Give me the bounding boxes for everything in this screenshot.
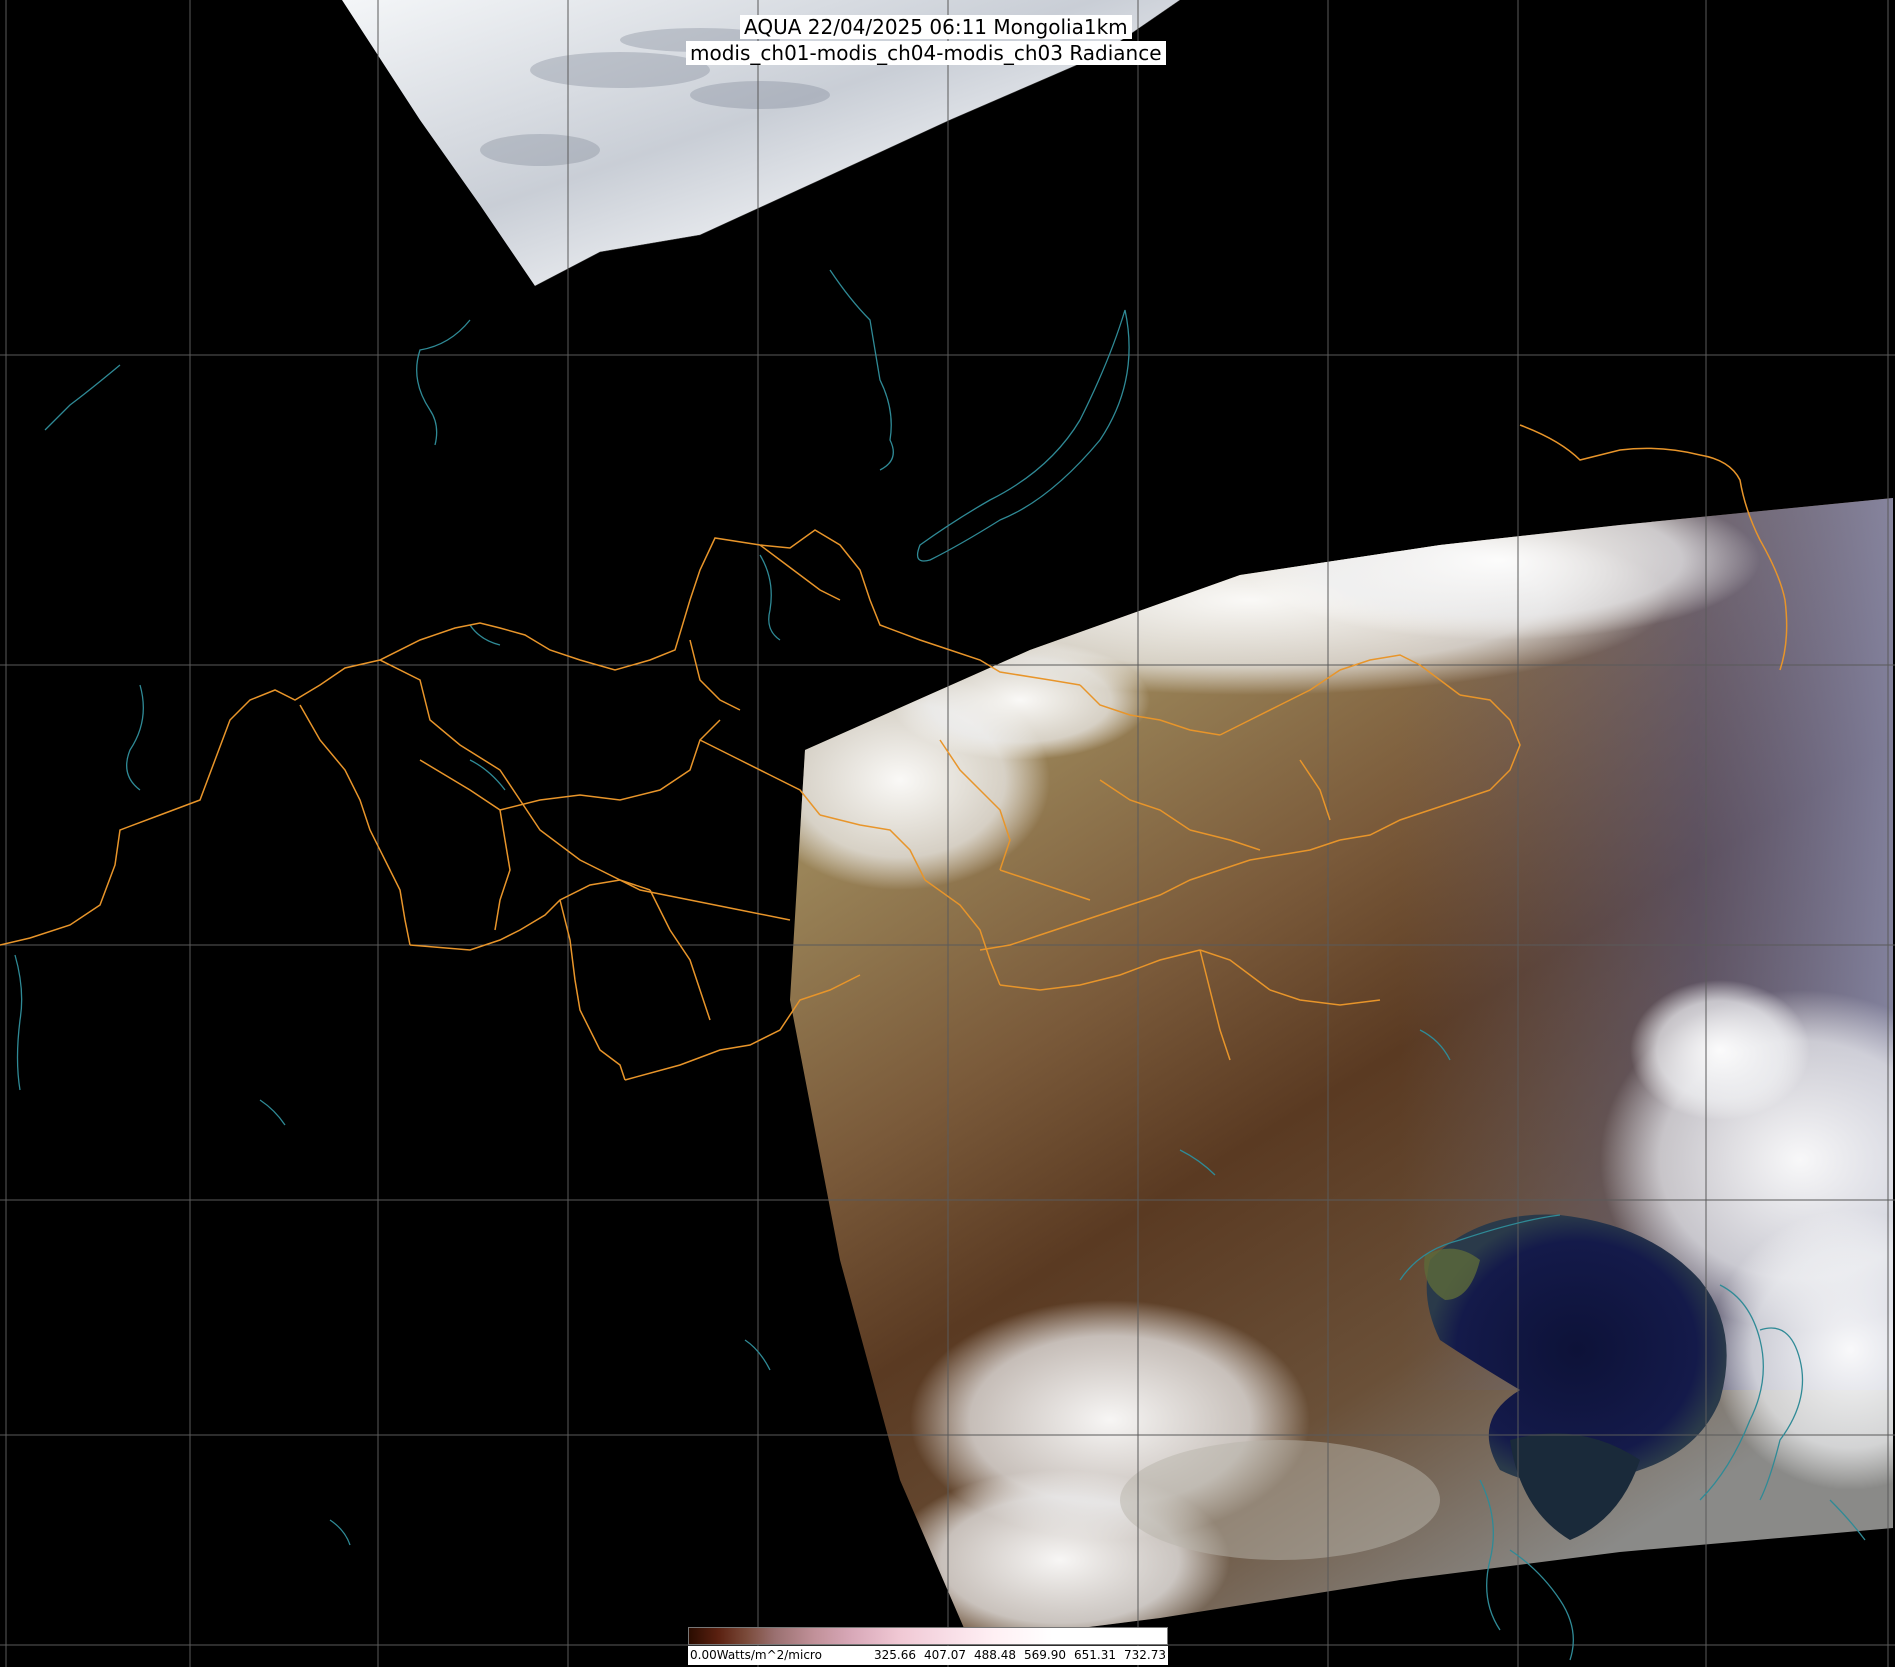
satellite-swath-main: [790, 498, 1893, 1642]
colorbar: 0.00Watts/m^2/micro 325.66 407.07 488.48…: [688, 1627, 1168, 1665]
map-viewer: AQUA 22/04/2025 06:11 Mongolia1km modis_…: [0, 0, 1895, 1667]
colorbar-label: 407.07: [924, 1648, 966, 1662]
colorbar-label: 0.00Watts/m^2/micro: [690, 1648, 822, 1662]
colorbar-gradient: [688, 1627, 1168, 1645]
colorbar-label: 325.66: [874, 1648, 916, 1662]
colorbar-label: 732.73: [1124, 1648, 1166, 1662]
satellite-map: [0, 0, 1895, 1667]
map-subtitle: modis_ch01-modis_ch04-modis_ch03 Radianc…: [686, 41, 1166, 65]
colorbar-label: 651.31: [1074, 1648, 1116, 1662]
colorbar-label: 488.48: [974, 1648, 1016, 1662]
colorbar-label: 569.90: [1024, 1648, 1066, 1662]
map-title: AQUA 22/04/2025 06:11 Mongolia1km: [740, 15, 1132, 39]
colorbar-labels: 0.00Watts/m^2/micro 325.66 407.07 488.48…: [688, 1646, 1168, 1665]
